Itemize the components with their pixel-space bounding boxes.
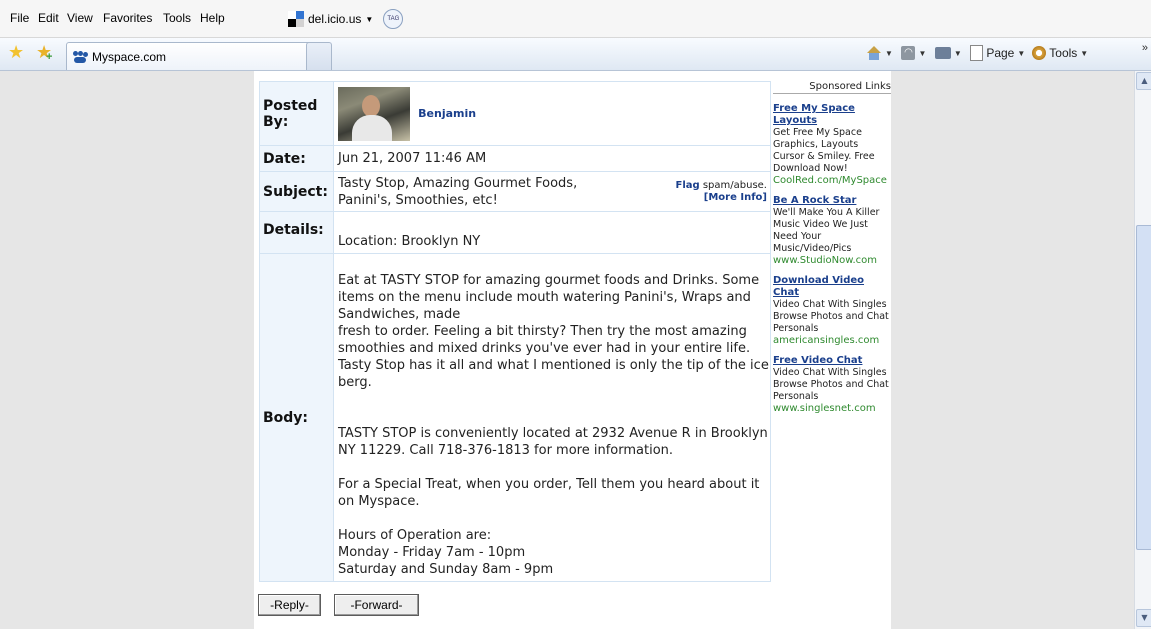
body-paragraph: Eat at TASTY STOP for amazing gourmet fo… xyxy=(338,273,760,322)
new-tab-button[interactable] xyxy=(306,42,332,70)
bulletin-table: Posted By: Benjamin Date: Jun 21, 2007 1… xyxy=(259,81,771,582)
date-value: Jun 21, 2007 11:46 AM xyxy=(333,145,771,172)
menu-tools[interactable]: Tools xyxy=(163,11,191,25)
page-icon[interactable] xyxy=(970,45,984,61)
ad-item: Free My Space Layouts Get Free My Space … xyxy=(773,103,891,187)
divider xyxy=(929,48,932,58)
print-icon[interactable] xyxy=(934,47,951,59)
subject-line: Panini's, Smoothies, etc! xyxy=(338,192,498,208)
ad-title-link[interactable]: Be A Rock Star xyxy=(773,195,891,207)
divider xyxy=(896,48,899,58)
ad-title-link[interactable]: Free Video Chat xyxy=(773,355,891,367)
chevron-down-icon[interactable]: ▼ xyxy=(365,15,373,24)
menu-help[interactable]: Help xyxy=(200,11,225,25)
tab-myspace[interactable]: Myspace.com xyxy=(66,42,330,70)
subject-label: Subject: xyxy=(259,171,334,212)
tab-title: Myspace.com xyxy=(92,49,167,64)
ad-description: Video Chat With Singles Browse Photos an… xyxy=(773,299,889,334)
menu-favorites[interactable]: Favorites xyxy=(103,11,152,25)
menu-bar: File Edit View Favorites Tools Help del.… xyxy=(0,0,1151,38)
tools-menu-button[interactable]: Tools xyxy=(1049,46,1077,60)
vertical-scrollbar[interactable]: ▲ ▼ xyxy=(1134,71,1151,629)
body-paragraph: TASTY STOP is conveniently located at 29… xyxy=(338,426,768,458)
scrollbar-thumb[interactable] xyxy=(1136,225,1151,550)
toolbar-overflow-icon[interactable]: » xyxy=(1142,42,1148,54)
chevron-down-icon[interactable]: ▼ xyxy=(954,49,962,58)
ad-title-link[interactable]: Free My Space Layouts xyxy=(773,103,891,127)
table-row: Body: Eat at TASTY STOP for amazing gour… xyxy=(259,253,771,582)
table-row: Date: Jun 21, 2007 11:46 AM xyxy=(259,145,771,172)
ad-url-link[interactable]: www.singlesnet.com xyxy=(773,403,891,415)
body-cell: Eat at TASTY STOP for amazing gourmet fo… xyxy=(333,253,771,582)
command-bar: ▼ ◠ ▼ ▼ Page ▼ Tools ▼ xyxy=(866,45,1088,61)
details-value: Location: Brooklyn NY xyxy=(333,211,771,254)
ad-description: Video Chat With Singles Browse Photos an… xyxy=(773,367,889,402)
page-menu-button[interactable]: Page xyxy=(986,46,1014,60)
delicious-button[interactable]: del.icio.us xyxy=(308,12,361,26)
menu-view[interactable]: View xyxy=(67,11,93,25)
tag-button[interactable]: TAG xyxy=(383,9,404,29)
details-label: Details: xyxy=(259,211,334,254)
posted-by-cell: Benjamin xyxy=(333,81,771,146)
avatar[interactable] xyxy=(338,86,410,141)
sponsored-heading: Sponsored Links xyxy=(773,81,891,94)
chevron-down-icon[interactable]: ▼ xyxy=(885,49,893,58)
scroll-up-icon[interactable]: ▲ xyxy=(1136,72,1151,90)
body-paragraph: fresh to order. Feeling a bit thirsty? T… xyxy=(338,324,769,390)
scroll-down-icon[interactable]: ▼ xyxy=(1136,609,1151,627)
ad-url-link[interactable]: www.StudioNow.com xyxy=(773,255,891,267)
hours-heading: Hours of Operation are: xyxy=(338,528,492,543)
hours-weekday: Monday - Friday 7am - 10pm xyxy=(338,545,526,560)
tools-gear-icon[interactable] xyxy=(1032,46,1047,60)
table-row: Details: Location: Brooklyn NY xyxy=(259,211,771,254)
add-favorites-icon[interactable]: ★ + xyxy=(36,43,52,63)
home-icon[interactable] xyxy=(866,46,882,60)
page-viewport: Posted By: Benjamin Date: Jun 21, 2007 1… xyxy=(0,71,1134,629)
hours-weekend: Saturday and Sunday 8am - 9pm xyxy=(338,562,554,577)
ad-item: Free Video Chat Video Chat With Singles … xyxy=(773,355,891,415)
chevron-down-icon[interactable]: ▼ xyxy=(918,49,926,58)
ad-url-link[interactable]: americansingles.com xyxy=(773,335,891,347)
delicious-logo-icon xyxy=(288,11,304,27)
chevron-down-icon[interactable]: ▼ xyxy=(1017,49,1025,58)
posted-by-label: Posted By: xyxy=(259,81,334,146)
flag-link[interactable]: Flag xyxy=(675,180,699,191)
more-info-link[interactable]: [More Info] xyxy=(675,192,767,204)
poster-name-link[interactable]: Benjamin xyxy=(418,107,476,120)
body-paragraph: For a Special Treat, when you order, Tel… xyxy=(338,477,760,509)
tab-toolbar: ★ ★ + Myspace.com ▼ ◠ ▼ ▼ Page ▼ Tools ▼ … xyxy=(0,38,1151,71)
chevron-down-icon[interactable]: ▼ xyxy=(1080,49,1088,58)
table-row: Subject: Tasty Stop, Amazing Gourmet Foo… xyxy=(259,171,771,212)
ad-description: We'll Make You A Killer Music Video We J… xyxy=(773,207,880,254)
ad-title-link[interactable]: Download Video Chat xyxy=(773,275,891,299)
date-label: Date: xyxy=(259,145,334,172)
subject-line: Tasty Stop, Amazing Gourmet Foods, xyxy=(338,175,578,191)
forward-button[interactable]: -Forward- xyxy=(334,594,419,616)
menu-edit[interactable]: Edit xyxy=(38,11,59,25)
delicious-toolbar: del.icio.us ▼ TAG xyxy=(288,7,404,31)
menu-file[interactable]: File xyxy=(10,11,29,25)
ad-description: Get Free My Space Graphics, Layouts Curs… xyxy=(773,127,875,174)
ad-item: Be A Rock Star We'll Make You A Killer M… xyxy=(773,195,891,267)
subject-cell: Tasty Stop, Amazing Gourmet Foods, Panin… xyxy=(333,171,771,212)
ad-url-link[interactable]: CoolRed.com/MySpace xyxy=(773,175,891,187)
sponsored-links: Sponsored Links Free My Space Layouts Ge… xyxy=(773,81,891,423)
table-row: Posted By: Benjamin xyxy=(259,81,771,146)
reply-button[interactable]: -Reply- xyxy=(258,594,321,616)
rss-feed-icon[interactable]: ◠ xyxy=(901,46,916,60)
divider xyxy=(965,48,968,58)
flag-box: Flag spam/abuse. [More Info] xyxy=(675,180,770,204)
ad-item: Download Video Chat Video Chat With Sing… xyxy=(773,275,891,347)
favorites-star-icon[interactable]: ★ xyxy=(8,43,24,61)
myspace-favicon-icon xyxy=(73,50,88,63)
body-label: Body: xyxy=(259,253,334,582)
flag-suffix: spam/abuse. xyxy=(699,179,767,191)
